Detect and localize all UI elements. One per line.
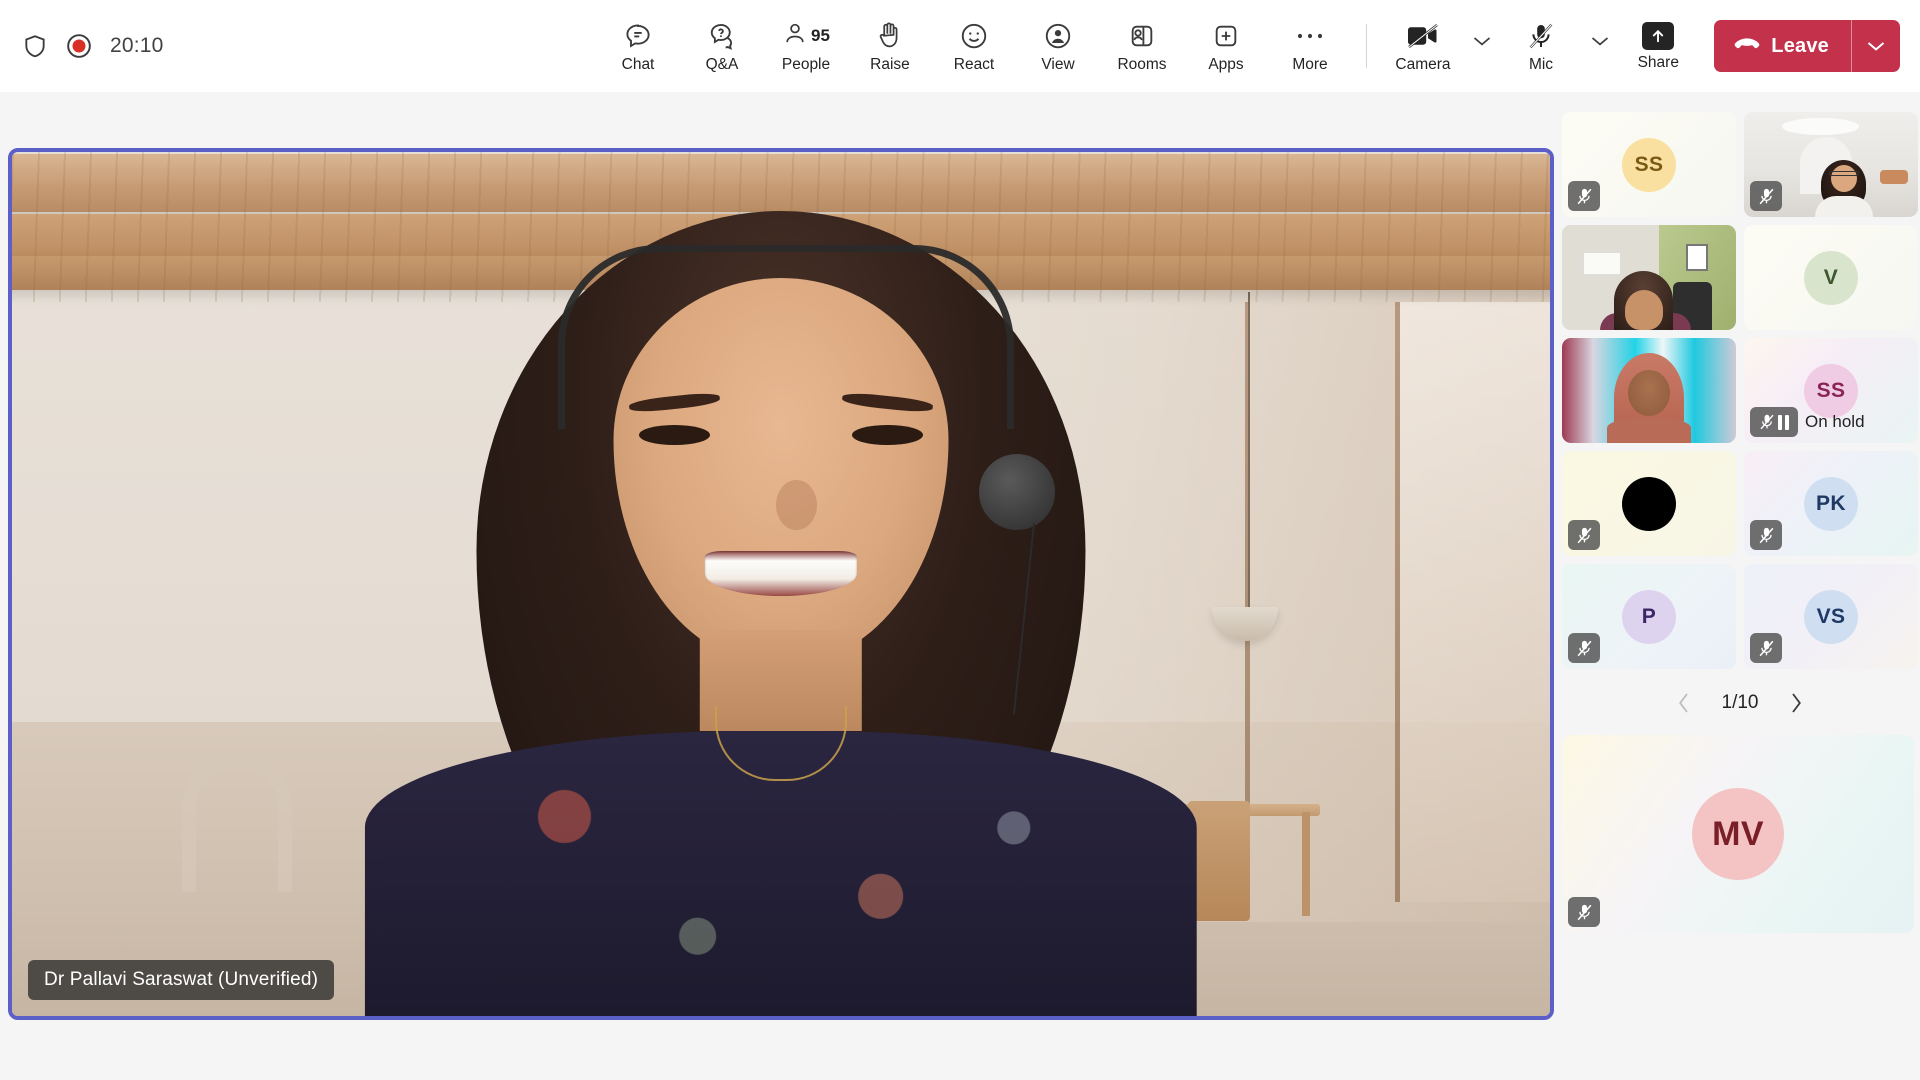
pause-icon: [1778, 415, 1789, 430]
plus-square-icon: [1212, 19, 1240, 53]
participant-video: [1562, 225, 1736, 330]
mic-label: Mic: [1529, 57, 1553, 73]
people-label: People: [782, 57, 830, 73]
mic-off-icon: [1750, 181, 1782, 211]
shield-icon: [22, 32, 48, 60]
share-label: Share: [1638, 55, 1679, 71]
mic-options-chevron-down-icon[interactable]: [1583, 14, 1617, 68]
chat-button[interactable]: Chat: [596, 8, 680, 84]
share-screen-icon: [1642, 22, 1674, 50]
ellipsis-icon: [1295, 19, 1325, 53]
record-icon: [66, 33, 92, 59]
participant-figure: [273, 178, 1288, 1016]
question-bubble-icon: [707, 19, 737, 53]
camera-off-icon: [1405, 19, 1441, 53]
leave-button-group[interactable]: Leave: [1714, 20, 1900, 72]
mic-off-icon: [1568, 520, 1600, 550]
more-label: More: [1292, 57, 1327, 73]
filmstrip-pagination: 1/10: [1560, 679, 1920, 727]
participant-tile-grid: SS: [1562, 112, 1920, 669]
active-speaker-name-badge: Dr Pallavi Saraswat (Unverified): [28, 960, 334, 1000]
participant-tile[interactable]: [1562, 338, 1736, 443]
avatar: MV: [1692, 788, 1784, 880]
meeting-toolbar: 20:10 Chat Q&A: [0, 0, 1920, 92]
chat-label: Chat: [622, 57, 655, 73]
react-label: React: [954, 57, 995, 73]
leave-options-chevron-down-icon[interactable]: [1852, 20, 1900, 72]
avatar: [1622, 477, 1676, 531]
on-hold-indicator: On hold: [1750, 407, 1865, 437]
previous-page-chevron-left-icon[interactable]: [1670, 689, 1698, 717]
people-button[interactable]: 95 People: [764, 8, 848, 84]
leave-label: Leave: [1771, 35, 1829, 58]
page-indicator: 1/10: [1722, 692, 1759, 714]
chat-icon: [623, 19, 653, 53]
avatar: P: [1622, 590, 1676, 644]
self-video-tile[interactable]: MV: [1562, 735, 1914, 933]
raise-label: Raise: [870, 57, 910, 73]
view-label: View: [1041, 57, 1074, 73]
mic-off-icon: [1568, 897, 1600, 927]
participant-tile[interactable]: [1744, 112, 1918, 217]
view-button[interactable]: View: [1016, 8, 1100, 84]
meeting-timer: 20:10: [110, 34, 164, 58]
mic-off-icon: [1568, 181, 1600, 211]
avatar: V: [1804, 251, 1858, 305]
breakout-rooms-icon: [1128, 19, 1156, 53]
scene-glass: [1400, 302, 1550, 902]
person-icon: [782, 21, 808, 52]
participant-video: [1562, 338, 1736, 443]
raise-hand-button[interactable]: Raise: [848, 8, 932, 84]
react-button[interactable]: React: [932, 8, 1016, 84]
participant-tile[interactable]: [1562, 451, 1736, 556]
leave-button[interactable]: Leave: [1714, 20, 1851, 72]
hangup-icon: [1734, 37, 1760, 56]
camera-button[interactable]: Camera: [1381, 8, 1465, 84]
mic-off-icon: [1750, 520, 1782, 550]
next-page-chevron-right-icon[interactable]: [1782, 689, 1810, 717]
participant-tile[interactable]: V: [1744, 225, 1918, 330]
active-speaker-video: [12, 152, 1550, 1016]
avatar: VS: [1804, 590, 1858, 644]
rooms-label: Rooms: [1117, 57, 1166, 73]
scene-window-frame: [1395, 302, 1400, 902]
mic-off-icon: [1568, 633, 1600, 663]
rooms-button[interactable]: Rooms: [1100, 8, 1184, 84]
qa-label: Q&A: [706, 57, 739, 73]
camera-options-chevron-down-icon[interactable]: [1465, 14, 1499, 68]
mic-off-icon: [1526, 19, 1556, 53]
mic-button[interactable]: Mic: [1499, 8, 1583, 84]
share-button[interactable]: Share: [1616, 8, 1700, 84]
participant-tile[interactable]: SS On hold: [1744, 338, 1918, 443]
people-count: 95: [811, 26, 830, 46]
raised-hand-icon: [876, 19, 904, 53]
participant-tile[interactable]: PK: [1744, 451, 1918, 556]
scene-table-leg: [1302, 812, 1310, 916]
main-stage[interactable]: Dr Pallavi Saraswat (Unverified): [8, 148, 1554, 1020]
avatar: SS: [1622, 138, 1676, 192]
participant-tile[interactable]: SS: [1562, 112, 1736, 217]
toolbar-left-group: 20:10: [0, 32, 600, 60]
toolbar-divider: [1366, 24, 1367, 68]
participant-filmstrip: SS: [1560, 112, 1920, 1072]
mic-off-icon: [1750, 633, 1782, 663]
avatar: PK: [1804, 477, 1858, 531]
participant-tile[interactable]: VS: [1744, 564, 1918, 669]
smiley-icon: [959, 19, 989, 53]
camera-label: Camera: [1395, 57, 1450, 73]
qa-button[interactable]: Q&A: [680, 8, 764, 84]
toolbar-right-group: Share Leave: [1616, 0, 1900, 92]
toolbar-center-group: Chat Q&A 95: [596, 0, 1617, 92]
apps-label: Apps: [1208, 57, 1243, 73]
more-button[interactable]: More: [1268, 8, 1352, 84]
participant-tile[interactable]: P: [1562, 564, 1736, 669]
view-person-icon: [1043, 19, 1073, 53]
on-hold-label: On hold: [1805, 412, 1865, 432]
participant-tile[interactable]: [1562, 225, 1736, 330]
apps-button[interactable]: Apps: [1184, 8, 1268, 84]
